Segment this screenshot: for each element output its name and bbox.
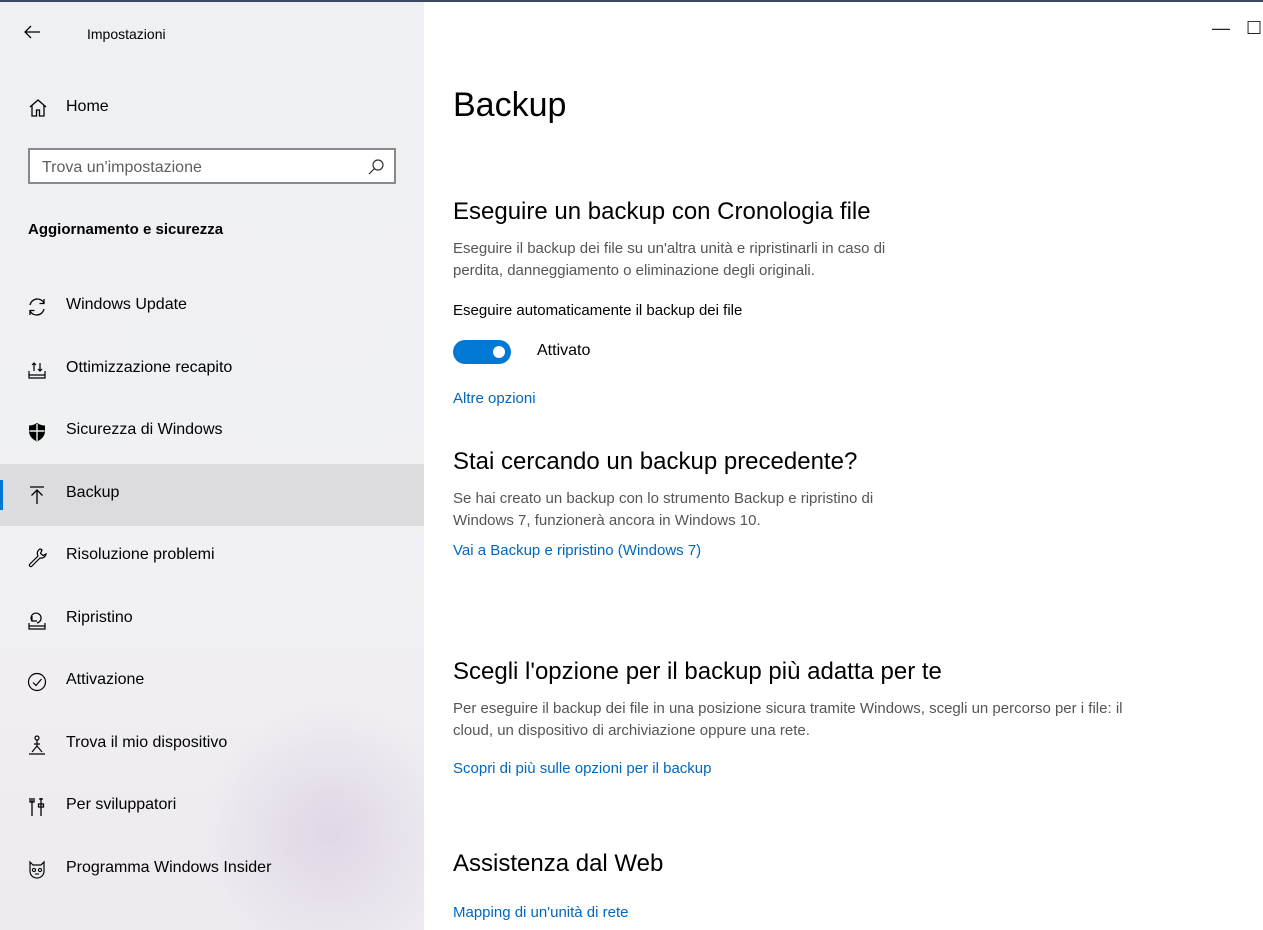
- choose-option-heading: Scegli l'opzione per il backup più adatt…: [453, 658, 942, 685]
- developer-tools-icon: [29, 798, 45, 816]
- sidebar-item-developers[interactable]: Per sviluppatori: [0, 776, 424, 839]
- sidebar-item-label: Trova il mio dispositivo: [66, 733, 228, 751]
- sidebar-nav: Windows Update Ottimizzazione recapito S…: [0, 276, 424, 901]
- older-backup-heading: Stai cercando un backup precedente?: [453, 448, 858, 475]
- find-device-icon: [29, 734, 45, 755]
- check-circle-icon: [27, 672, 47, 692]
- sidebar-item-find-my-device[interactable]: Trova il mio dispositivo: [0, 714, 424, 777]
- search-input[interactable]: [40, 156, 364, 180]
- sidebar-item-label: Home: [66, 98, 109, 115]
- minimize-button[interactable]: —: [1212, 18, 1230, 39]
- file-history-heading: Eseguire un backup con Cronologia file: [453, 198, 871, 225]
- sidebar-item-label: Programma Windows Insider: [66, 858, 272, 876]
- sidebar-item-label: Risoluzione problemi: [66, 546, 215, 563]
- sidebar-item-label: Ripristino: [66, 608, 133, 626]
- older-backup-description-line2: Windows 7, funzionerà ancora in Windows …: [453, 512, 761, 529]
- shield-icon: [29, 423, 45, 442]
- recovery-icon: [28, 611, 46, 630]
- main-content: — ☐ Backup Eseguire un backup con Cronol…: [424, 2, 1263, 930]
- back-arrow-icon: [24, 25, 40, 39]
- auto-backup-toggle[interactable]: [453, 340, 511, 364]
- sidebar: Impostazioni Home Aggiornamento e sicure…: [0, 2, 424, 930]
- title-bar: Impostazioni: [0, 2, 424, 62]
- backup-icon: [30, 485, 44, 504]
- sidebar-item-label: Windows Update: [66, 296, 187, 313]
- web-help-heading: Assistenza dal Web: [453, 850, 664, 877]
- wrench-icon: [28, 548, 47, 568]
- sidebar-item-windows-insider[interactable]: Programma Windows Insider: [0, 839, 424, 902]
- maximize-button[interactable]: ☐: [1246, 18, 1262, 39]
- back-button[interactable]: [22, 22, 48, 48]
- older-backup-description-line1: Se hai creato un backup con lo strumento…: [453, 490, 874, 507]
- map-network-drive-link[interactable]: Mapping di un'unità di rete: [453, 904, 628, 921]
- file-history-description-line2: perdita, danneggiamento o eliminazione d…: [453, 262, 815, 279]
- choose-option-description-line2: cloud, un dispositivo di archiviazione o…: [453, 722, 810, 739]
- file-history-description-line1: Eseguire il backup dei file su un'altra …: [453, 240, 886, 257]
- page-title: Backup: [453, 86, 567, 124]
- sidebar-item-backup[interactable]: Backup: [0, 463, 424, 526]
- sidebar-item-label: Backup: [66, 483, 120, 501]
- auto-backup-label: Eseguire automaticamente il backup dei f…: [453, 302, 743, 319]
- sidebar-item-windows-update[interactable]: Windows Update: [0, 276, 424, 339]
- choose-option-description-line1: Per eseguire il backup dei file in una p…: [453, 700, 1123, 717]
- sidebar-item-home[interactable]: Home: [0, 90, 424, 126]
- delivery-optimization-icon: [28, 361, 46, 379]
- refresh-icon: [29, 298, 45, 316]
- sidebar-item-troubleshoot[interactable]: Risoluzione problemi: [0, 526, 424, 589]
- sidebar-item-label: Sicurezza di Windows: [66, 421, 223, 438]
- learn-backup-options-link[interactable]: Scopri di più sulle opzioni per il backu…: [453, 760, 711, 777]
- sidebar-item-activation[interactable]: Attivazione: [0, 651, 424, 714]
- toggle-state-label: Attivato: [537, 342, 591, 359]
- toggle-knob: [493, 346, 505, 358]
- insider-icon: [29, 860, 45, 879]
- sidebar-item-label: Per sviluppatori: [66, 796, 177, 813]
- search-box[interactable]: [28, 148, 396, 184]
- sidebar-item-label: Attivazione: [66, 671, 145, 688]
- sidebar-item-delivery-optimization[interactable]: Ottimizzazione recapito: [0, 339, 424, 402]
- sidebar-item-label: Ottimizzazione recapito: [66, 358, 233, 376]
- sidebar-item-windows-security[interactable]: Sicurezza di Windows: [0, 401, 424, 464]
- app-title: Impostazioni: [87, 26, 166, 42]
- home-icon: [29, 99, 47, 117]
- search-icon[interactable]: [367, 158, 385, 176]
- backup-restore-windows7-link[interactable]: Vai a Backup e ripristino (Windows 7): [453, 542, 701, 559]
- more-options-link[interactable]: Altre opzioni: [453, 390, 536, 407]
- section-title: Aggiornamento e sicurezza: [28, 221, 224, 238]
- sidebar-item-recovery[interactable]: Ripristino: [0, 589, 424, 652]
